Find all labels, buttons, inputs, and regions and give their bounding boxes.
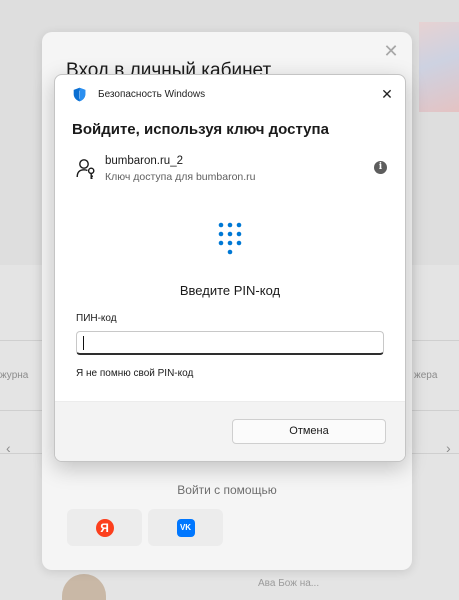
pin-keypad-icon <box>218 222 242 255</box>
background-text-fragment: жера <box>414 370 438 381</box>
passkey-username: bumbaron.ru_2 <box>105 155 183 167</box>
windows-security-dialog: Безопасность Windows ✕ Войдите, использу… <box>54 74 406 462</box>
pin-input[interactable] <box>76 331 384 355</box>
yandex-login-button[interactable]: Я <box>67 509 142 546</box>
dialog-titlebar: Безопасность Windows ✕ <box>55 75 405 111</box>
background-next-arrow: › <box>446 440 451 456</box>
forgot-pin-link[interactable]: Я не помню свой PIN-код <box>76 368 193 379</box>
passkey-description: Ключ доступа для bumbaron.ru <box>105 171 256 183</box>
dialog-app-name: Безопасность Windows <box>98 89 206 100</box>
vk-icon: VK <box>176 518 195 537</box>
dialog-footer: Отмена <box>55 401 405 461</box>
passkey-icon <box>76 159 95 179</box>
pin-prompt: Введите PIN-код <box>179 283 281 298</box>
close-icon[interactable]: ✕ <box>377 84 397 104</box>
close-icon[interactable]: ✕ <box>382 42 400 60</box>
cancel-button[interactable]: Отмена <box>232 419 386 444</box>
info-icon[interactable]: i <box>374 161 387 174</box>
windows-security-shield-icon <box>73 87 86 102</box>
login-with-label: Войти с помощью <box>177 483 277 497</box>
dialog-heading: Войдите, используя ключ доступа <box>72 121 329 138</box>
text-cursor <box>83 336 84 350</box>
background-text-fragment: Ава Бож на... <box>258 578 320 589</box>
background-prev-arrow: ‹ <box>6 440 11 456</box>
pin-field-label: ПИН-код <box>76 313 117 324</box>
background-graphic <box>419 22 459 112</box>
yandex-icon: Я <box>95 518 114 537</box>
background-text-fragment: журна <box>0 370 29 381</box>
passkey-account-row: bumbaron.ru_2 Ключ доступа для bumbaron.… <box>72 155 390 187</box>
vk-login-button[interactable]: VK <box>148 509 223 546</box>
